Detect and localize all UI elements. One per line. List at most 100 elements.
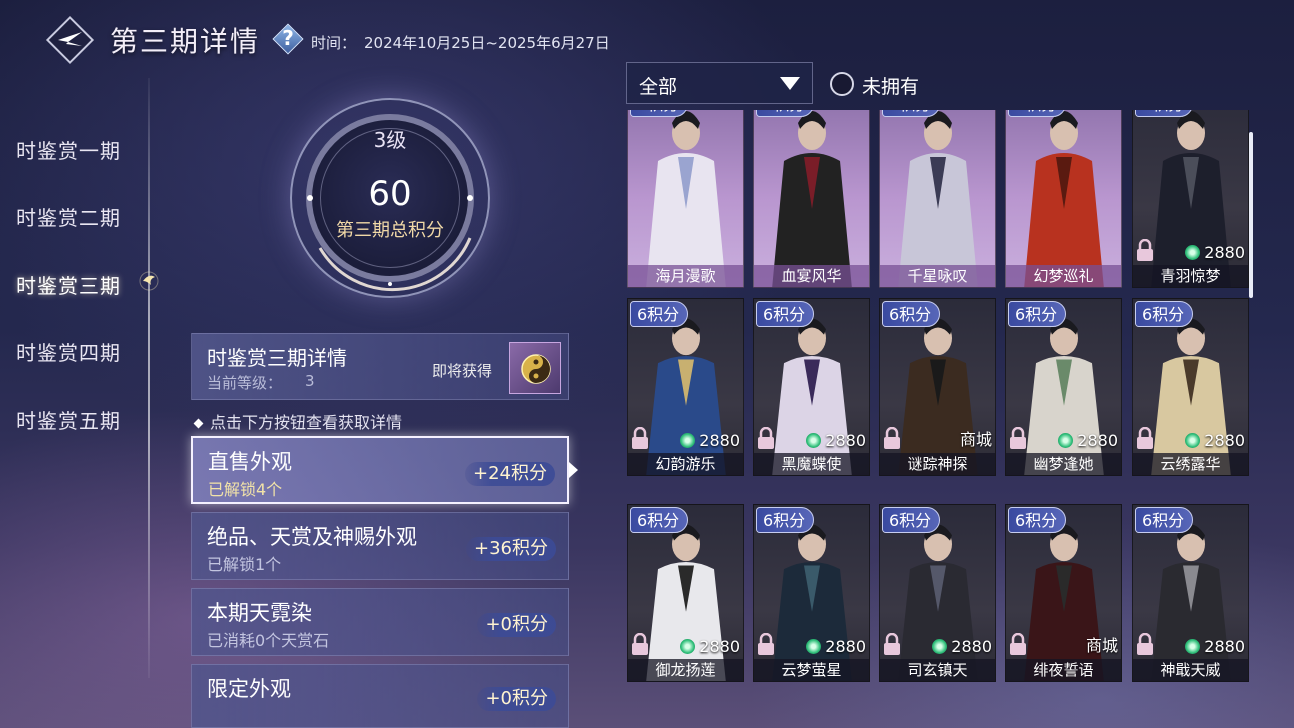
time-label: 时间： (311, 34, 357, 52)
help-button[interactable]: ? (271, 22, 305, 56)
points-tag: 6积分 (882, 301, 941, 327)
outfit-card[interactable]: 6积分 2880 云梦萤星 (753, 504, 870, 682)
hint-bullet-icon (193, 418, 204, 429)
points-tag: 6积分 (882, 507, 941, 533)
jade-coin-icon (932, 639, 948, 654)
current-level-label: 当前等级： (207, 374, 283, 392)
jade-coin-icon (680, 433, 696, 448)
points-tag: 6积分 (756, 110, 815, 117)
source-title: 直售外观 (208, 450, 292, 474)
price-label: 2880 (806, 637, 866, 656)
source-title: 绝品、天赏及神赐外观 (207, 525, 417, 549)
source-title: 本期天霓染 (207, 601, 312, 625)
outfit-card[interactable]: 6积分海月漫歌 (627, 110, 744, 288)
price-label: 2880 (680, 431, 740, 450)
source-points-badge: +0积分 (477, 613, 556, 637)
source-title: 限定外观 (207, 677, 291, 701)
outfit-card[interactable]: 6积分 2880 青羽惊梦 (1132, 110, 1249, 288)
lock-icon (758, 427, 774, 449)
price-label: 2880 (1185, 243, 1245, 262)
category-dropdown-value: 全部 (639, 76, 678, 98)
outfit-name: 幻韵游乐 (628, 453, 743, 475)
outfit-card[interactable]: 6积分血宴风华 (753, 110, 870, 288)
lock-icon (1137, 239, 1153, 261)
points-tag: 6积分 (756, 507, 815, 533)
jade-coin-icon (1058, 433, 1074, 448)
outfit-figure-icon (898, 111, 978, 287)
total-score-label: 第三期总积分 (336, 220, 444, 241)
nav-item-period-2[interactable]: 时鉴赏二期 (16, 202, 121, 231)
price-label: 商城 (959, 430, 992, 449)
lock-icon (1137, 633, 1153, 655)
source-card-limited[interactable]: 限定外观 +0积分 (191, 664, 569, 728)
unowned-filter-toggle[interactable]: 未拥有 (830, 70, 930, 98)
outfit-card[interactable]: 6积分千星咏叹 (879, 110, 996, 288)
source-card-direct-sale[interactable]: 直售外观 已解锁4个 +24积分 (191, 436, 569, 504)
upcoming-reward-item[interactable] (509, 342, 561, 394)
outfit-card[interactable]: 6积分 2880 云绣露华 (1132, 298, 1249, 476)
source-points-badge: +0积分 (477, 687, 556, 711)
grid-scrollbar[interactable] (1249, 132, 1253, 298)
points-tag: 6积分 (756, 301, 815, 327)
points-tag: 6积分 (1135, 507, 1194, 533)
category-dropdown[interactable]: 全部 (626, 62, 813, 104)
outfit-card[interactable]: 6积分 2880 神戢天威 (1132, 504, 1249, 682)
price-label: 2880 (1185, 637, 1245, 656)
price-label: 2880 (1185, 431, 1245, 450)
outfit-name: 千星咏叹 (880, 265, 995, 287)
points-tag: 6积分 (1008, 301, 1067, 327)
outfit-name: 幻梦巡礼 (1006, 265, 1121, 287)
price-label: 2880 (1058, 431, 1118, 450)
time-range: 2024年10月25日~2025年6月27日 (364, 34, 610, 52)
outfit-name: 绯夜誓语 (1006, 659, 1121, 681)
lock-icon (632, 633, 648, 655)
nav-divider (148, 78, 150, 678)
total-score: 60 (368, 174, 412, 214)
source-card-dye[interactable]: 本期天霓染 已消耗0个天赏石 +0积分 (191, 588, 569, 656)
outfit-name: 神戢天威 (1133, 659, 1248, 681)
outfit-card[interactable]: 6积分幻梦巡礼 (1005, 110, 1122, 288)
source-subtitle: 已解锁1个 (207, 555, 282, 574)
nav-item-period-4[interactable]: 时鉴赏四期 (16, 337, 121, 366)
source-subtitle: 已解锁4个 (208, 480, 283, 499)
nav-item-period-1[interactable]: 时鉴赏一期 (16, 135, 121, 164)
upcoming-reward-label: 即将获得 (432, 362, 493, 380)
outfit-card[interactable]: 6积分 2880 御龙扬莲 (627, 504, 744, 682)
hint-label: 点击下方按钮查看获取详情 (210, 413, 403, 432)
source-subtitle: 已消耗0个天赏石 (207, 631, 330, 650)
outfit-grid: 6积分海月漫歌6积分血宴风华6积分千星咏叹6积分幻梦巡礼6积分2880青羽惊梦6… (625, 110, 1251, 697)
lock-icon (1010, 427, 1026, 449)
outfit-card[interactable]: 6积分 商城 绯夜誓语 (1005, 504, 1122, 682)
price-label: 商城 (1085, 636, 1118, 655)
period-detail-panel[interactable]: 时鉴赏三期详情 当前等级： 3 即将获得 (191, 333, 569, 400)
outfit-card[interactable]: 6积分商城谜踪神探 (879, 298, 996, 476)
source-points-badge: +24积分 (465, 462, 555, 486)
yin-yang-token-icon (521, 354, 551, 384)
outfit-name: 云绣露华 (1133, 453, 1248, 475)
price-label: 2880 (806, 431, 866, 450)
jade-coin-icon (806, 639, 822, 654)
outfit-card[interactable]: 6积分 2880 幻韵游乐 (627, 298, 744, 476)
level-text: 3级 (373, 128, 407, 152)
nav-item-period-3[interactable]: 时鉴赏三期 (16, 270, 121, 299)
points-tag: 6积分 (1008, 110, 1067, 117)
selected-arrow-icon (569, 462, 578, 478)
outfit-name: 谜踪神探 (880, 453, 995, 475)
current-level-value: 3 (305, 372, 315, 390)
outfit-name: 司玄镇天 (880, 659, 995, 681)
back-arrow-icon (58, 32, 82, 46)
lock-icon (1137, 427, 1153, 449)
lock-icon (1010, 633, 1026, 655)
source-card-premium[interactable]: 绝品、天赏及神赐外观 已解锁1个 +36积分 (191, 512, 569, 580)
page-title: 第三期详情 (110, 25, 261, 58)
outfit-name: 云梦萤星 (754, 659, 869, 681)
points-tag: 6积分 (1135, 301, 1194, 327)
price-label: 2880 (932, 637, 992, 656)
back-button[interactable] (45, 15, 95, 65)
points-tag: 6积分 (882, 110, 941, 117)
outfit-card[interactable]: 6积分 2880 司玄镇天 (879, 504, 996, 682)
outfit-card[interactable]: 6积分 2880 幽梦逢她 (1005, 298, 1122, 476)
nav-item-period-5[interactable]: 时鉴赏五期 (16, 405, 121, 434)
outfit-card[interactable]: 6积分 2880 黑魔蝶使 (753, 298, 870, 476)
points-tag: 6积分 (630, 507, 689, 533)
